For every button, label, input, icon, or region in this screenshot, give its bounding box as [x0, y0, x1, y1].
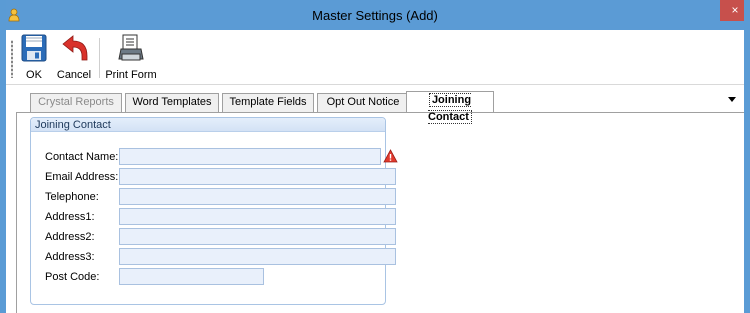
ok-button[interactable]: OK: [20, 33, 48, 81]
contact-name-field[interactable]: [119, 148, 381, 165]
address2-label: Address2:: [45, 231, 95, 243]
tab-joining-contact[interactable]: Joining Contact: [406, 91, 494, 124]
tab-crystal-reports[interactable]: Crystal Reports: [30, 93, 122, 112]
tab-label: Word Templates: [132, 96, 212, 108]
address2-row: Address2:: [45, 228, 396, 246]
floppy-disk-icon: [21, 34, 47, 62]
email-address-row: Email Address:: [45, 168, 396, 186]
tab-dropdown-icon[interactable]: [728, 97, 736, 102]
joining-contact-group: Joining Contact Contact Name: Email Addr…: [30, 117, 398, 305]
tab-opt-out-notice[interactable]: Opt Out Notice: [317, 93, 409, 112]
print-form-label: Print Form: [105, 69, 157, 81]
address1-label: Address1:: [45, 211, 95, 223]
email-address-label: Email Address:: [45, 171, 119, 183]
post-code-label: Post Code:: [45, 271, 100, 283]
telephone-label: Telephone:: [45, 191, 99, 203]
tab-label: Crystal Reports: [38, 96, 114, 108]
ok-label: OK: [26, 69, 42, 81]
contact-name-label: Contact Name:: [45, 151, 119, 163]
email-address-field[interactable]: [119, 168, 396, 185]
print-form-button[interactable]: Print Form: [104, 33, 158, 81]
post-code-row: Post Code:: [45, 268, 375, 286]
telephone-field[interactable]: [119, 188, 396, 205]
tab-label: Opt Out Notice: [326, 96, 400, 108]
content-area: Crystal Reports Word Templates Template …: [6, 86, 744, 313]
address2-field[interactable]: [119, 228, 396, 245]
contact-name-row: Contact Name:: [45, 148, 398, 166]
toolbar-separator: [99, 38, 100, 78]
undo-arrow-icon: [62, 35, 88, 61]
tab-label: Template Fields: [229, 96, 307, 108]
tab-label: Joining Contact: [428, 93, 472, 124]
toolbar-grip[interactable]: [11, 40, 13, 78]
tab-strip: Crystal Reports Word Templates Template …: [16, 91, 736, 124]
tab-word-templates[interactable]: Word Templates: [125, 93, 219, 112]
print-form-icon: [118, 34, 144, 61]
window-title: Master Settings (Add): [312, 8, 438, 23]
tab-page-border: [16, 112, 744, 113]
title-bar[interactable]: Master Settings (Add) ×: [0, 0, 750, 30]
group-title: Joining Contact: [31, 118, 385, 132]
required-warning-icon: [383, 149, 398, 163]
tab-template-fields[interactable]: Template Fields: [222, 93, 314, 112]
telephone-row: Telephone:: [45, 188, 396, 206]
address1-row: Address1:: [45, 208, 396, 226]
cancel-label: Cancel: [56, 69, 92, 81]
toolbar: OK Cancel Print Form: [6, 30, 744, 85]
address1-field[interactable]: [119, 208, 396, 225]
address3-row: Address3:: [45, 248, 396, 266]
post-code-field[interactable]: [119, 268, 264, 285]
tab-page-border-left: [16, 112, 17, 313]
address3-label: Address3:: [45, 251, 95, 263]
window-frame-right: [744, 0, 750, 313]
address3-field[interactable]: [119, 248, 396, 265]
cancel-button[interactable]: Cancel: [54, 33, 94, 81]
